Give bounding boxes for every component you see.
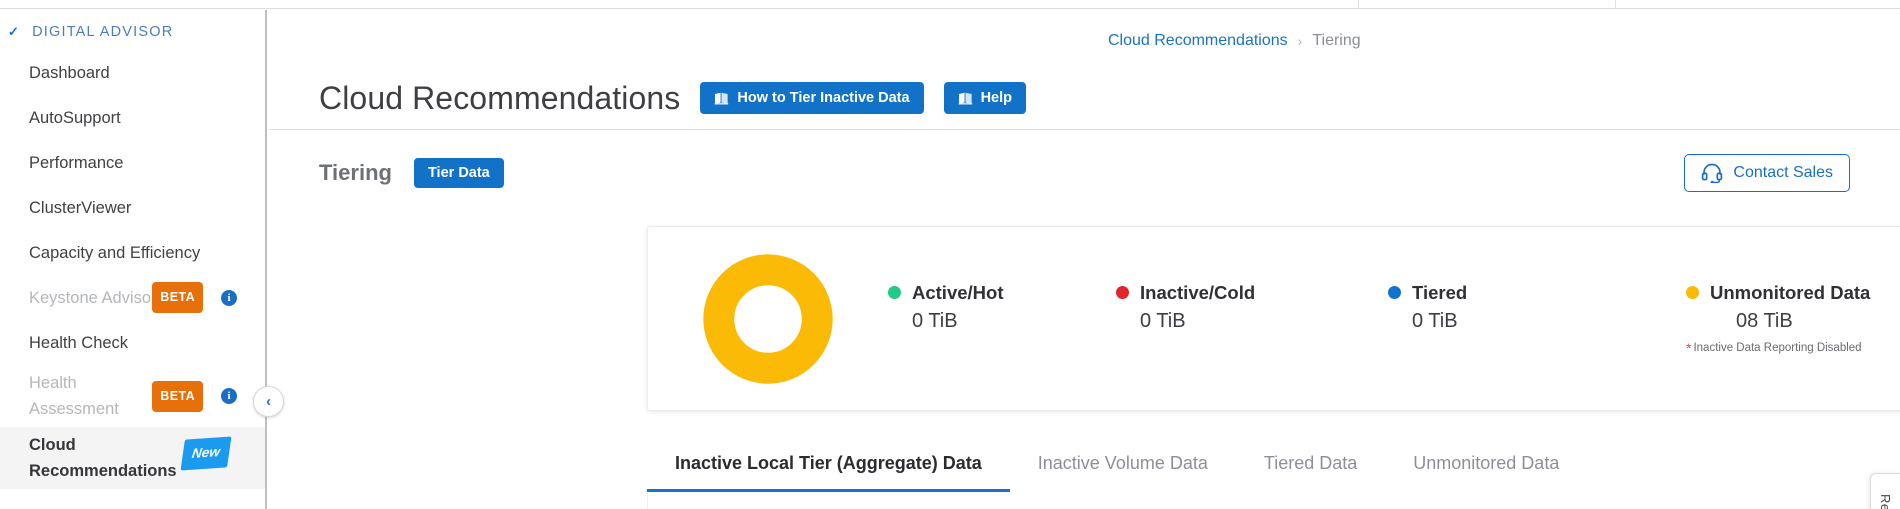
- legend-footnote: *Inactive Data Reporting Disabled: [1686, 340, 1900, 356]
- legend-label: Active/Hot: [912, 282, 1004, 304]
- legend-item-active-hot: Active/Hot 0 TiB: [888, 282, 1116, 333]
- sidebar-item-label: Keystone Advisor: [29, 285, 157, 311]
- tiering-section-title: Tiering: [319, 160, 392, 186]
- sidebar-item-capacity-and-efficiency[interactable]: Capacity and Efficiency: [0, 230, 265, 275]
- donut-slice-unmonitored-data: [719, 269, 817, 367]
- sidebar-item-autosupport[interactable]: AutoSupport: [0, 95, 265, 140]
- tab-inactive-local-tier-aggregate-data[interactable]: Inactive Local Tier (Aggregate) Data: [647, 429, 1010, 492]
- tab-tiered-data[interactable]: Tiered Data: [1236, 429, 1385, 492]
- sidebar-item-label: ClusterViewer: [29, 195, 131, 221]
- legend-label: Tiered: [1412, 282, 1467, 304]
- legend-value: 08 TiB: [1736, 310, 1900, 333]
- tab-label: Unmonitored Data: [1413, 453, 1559, 473]
- new-badge: New: [181, 436, 232, 470]
- legend-value: 0 TiB: [1412, 310, 1686, 333]
- asterisk-icon: *: [1686, 340, 1691, 356]
- sidebar-item-performance[interactable]: Performance: [0, 140, 265, 185]
- top-bar-divider-1: [1615, 0, 1616, 9]
- main-content: Cloud Recommendations › Tiering Cloud Re…: [269, 10, 1900, 509]
- legend-color-dot: [1388, 286, 1401, 299]
- legend-color-dot: [888, 286, 901, 299]
- legend-color-dot: [1686, 286, 1699, 299]
- book-icon: [714, 92, 729, 105]
- chevron-right-icon: ›: [1298, 33, 1303, 49]
- sidebar-item-health-assessment[interactable]: Health Assessment BETA i: [0, 365, 265, 427]
- sidebar-item-clusterviewer[interactable]: ClusterViewer: [0, 185, 265, 230]
- contact-sales-label: Contact Sales: [1733, 164, 1833, 182]
- tier-data-button[interactable]: Tier Data: [414, 158, 504, 188]
- feedback-side-tab-label: Re: [1878, 494, 1893, 509]
- tab-panel: [647, 492, 1900, 509]
- donut-chart: [648, 254, 888, 384]
- legend-footnote-text: Inactive Data Reporting Disabled: [1693, 342, 1861, 354]
- help-button-label: Help: [981, 90, 1012, 106]
- legend-value: 0 TiB: [1140, 310, 1388, 333]
- page-title: Cloud Recommendations: [319, 80, 680, 117]
- feedback-side-tab[interactable]: Re: [1870, 473, 1900, 509]
- help-button[interactable]: Help: [944, 82, 1026, 114]
- tab-unmonitored-data[interactable]: Unmonitored Data: [1385, 429, 1587, 492]
- tab-inactive-volume-data[interactable]: Inactive Volume Data: [1010, 429, 1236, 492]
- headset-icon: [1701, 163, 1723, 183]
- legend-color-dot: [1116, 286, 1129, 299]
- breadcrumb-current-tiering: Tiering: [1312, 32, 1360, 50]
- contact-sales-button[interactable]: Contact Sales: [1684, 154, 1850, 192]
- top-bar-strip: [0, 0, 1900, 9]
- info-icon[interactable]: i: [221, 290, 237, 306]
- sidebar-item-label: Capacity and Efficiency: [29, 240, 200, 266]
- tab-label: Inactive Volume Data: [1038, 453, 1208, 473]
- breadcrumb-link-cloud-recommendations[interactable]: Cloud Recommendations: [1108, 32, 1288, 50]
- sidebar-item-dashboard[interactable]: Dashboard: [0, 50, 265, 95]
- header-divider: [269, 129, 1900, 130]
- chart-legend: Active/Hot 0 TiB Inactive/Cold 0 TiB Tie…: [888, 282, 1900, 356]
- book-icon: [958, 92, 973, 105]
- tiering-toolbar: Tiering Tier Data Contact Sales: [319, 150, 1850, 196]
- sidebar-item-label: Health Assessment: [29, 370, 141, 422]
- legend-item-unmonitored-data: Unmonitored Data 08 TiB *Inactive Data R…: [1686, 282, 1900, 356]
- sidebar-item-label: Cloud Recommendations: [29, 432, 141, 484]
- app-root: ✓ DIGITAL ADVISOR Dashboard AutoSupport …: [0, 0, 1900, 509]
- page-header: Cloud Recommendations How to Tier Inacti…: [269, 66, 1900, 130]
- sidebar-section-header: ✓ DIGITAL ADVISOR: [0, 10, 265, 50]
- donut-chart-svg: [703, 254, 833, 384]
- check-icon: ✓: [8, 24, 20, 40]
- sidebar-collapse-button[interactable]: ‹: [253, 386, 284, 417]
- legend-label: Inactive/Cold: [1140, 282, 1255, 304]
- beta-badge: BETA: [152, 381, 203, 412]
- beta-badge: BETA: [152, 282, 203, 313]
- legend-item-tiered: Tiered 0 TiB: [1388, 282, 1686, 333]
- sidebar-item-cloud-recommendations[interactable]: Cloud Recommendations New: [0, 427, 265, 489]
- sidebar-item-health-check[interactable]: Health Check: [0, 320, 265, 365]
- top-bar-divider-2: [1358, 0, 1359, 9]
- sidebar-item-label: Dashboard: [29, 60, 110, 86]
- sidebar: ✓ DIGITAL ADVISOR Dashboard AutoSupport …: [0, 10, 267, 509]
- info-icon[interactable]: i: [221, 388, 237, 404]
- tab-label: Tiered Data: [1264, 453, 1357, 473]
- tiering-summary-card: Active/Hot 0 TiB Inactive/Cold 0 TiB Tie…: [647, 226, 1900, 411]
- sidebar-item-label: Performance: [29, 150, 123, 176]
- legend-label: Unmonitored Data: [1710, 282, 1870, 304]
- sidebar-item-label: AutoSupport: [29, 105, 121, 131]
- sidebar-item-keystone-advisor[interactable]: Keystone Advisor BETA i: [0, 275, 265, 320]
- chevron-left-icon: ‹: [266, 393, 271, 410]
- legend-value: 0 TiB: [912, 310, 1116, 333]
- legend-item-inactive-cold: Inactive/Cold 0 TiB: [1116, 282, 1388, 333]
- breadcrumb: Cloud Recommendations › Tiering: [1108, 32, 1361, 50]
- how-to-tier-inactive-data-button[interactable]: How to Tier Inactive Data: [700, 82, 923, 114]
- how-to-button-label: How to Tier Inactive Data: [737, 90, 909, 106]
- tab-label: Inactive Local Tier (Aggregate) Data: [675, 453, 982, 473]
- sidebar-item-label: Health Check: [29, 330, 128, 356]
- sidebar-section-label: DIGITAL ADVISOR: [32, 24, 173, 40]
